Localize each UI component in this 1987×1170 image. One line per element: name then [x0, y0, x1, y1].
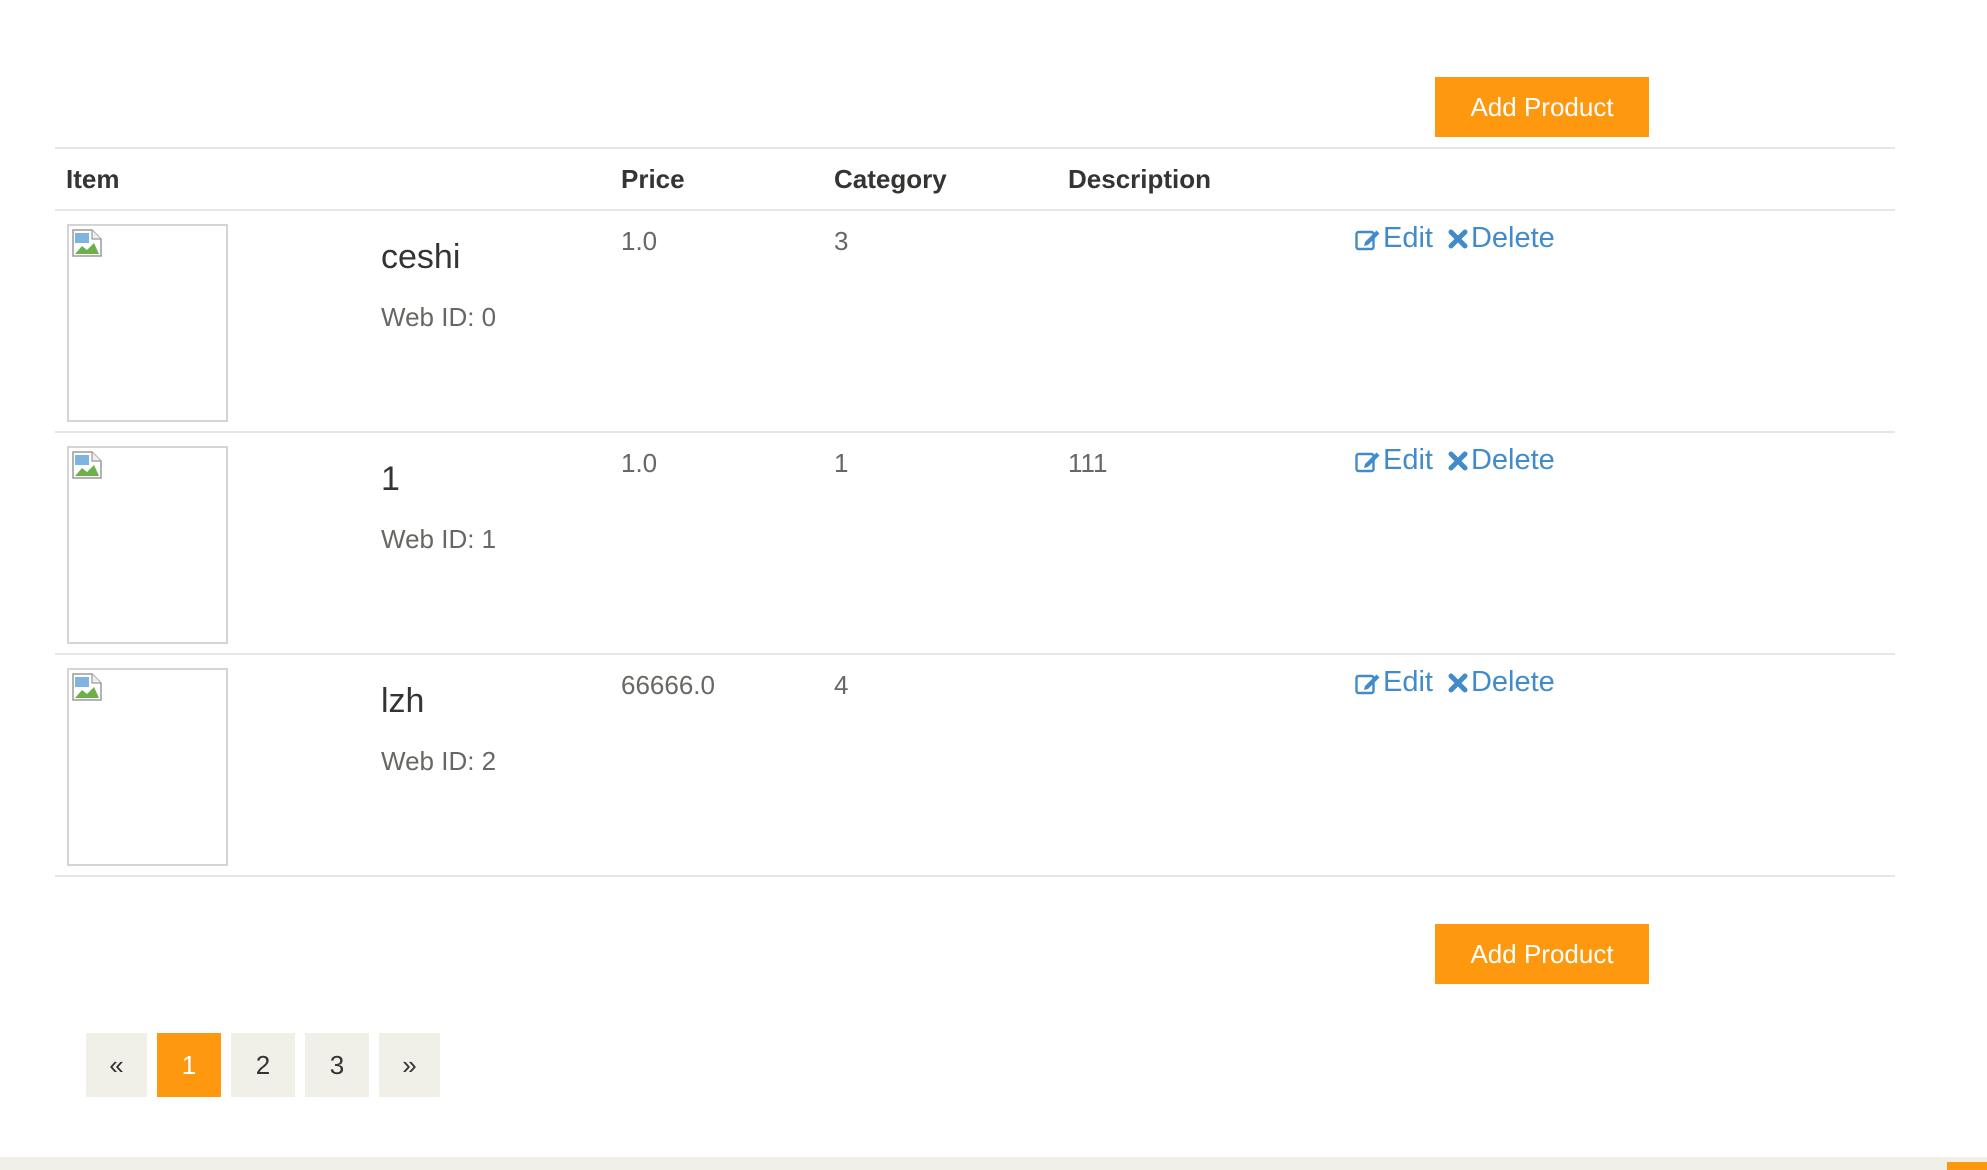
pagination-page-2[interactable]: 2	[231, 1033, 295, 1097]
table-row: 1 Web ID: 1 1.0 1 111 Edit Delete	[0, 432, 1987, 654]
edit-label: Edit	[1383, 666, 1433, 698]
broken-image-icon	[72, 451, 102, 479]
pagination-page-1[interactable]: 1	[157, 1033, 221, 1097]
product-web-id: Web ID: 0	[381, 302, 497, 332]
header-price: Price	[621, 164, 685, 194]
edit-label: Edit	[1383, 222, 1433, 254]
delete-icon	[1448, 229, 1468, 248]
header-description: Description	[1068, 164, 1212, 194]
table-top-border	[55, 147, 1895, 149]
product-name[interactable]: lzh	[381, 682, 424, 721]
product-thumbnail[interactable]	[67, 668, 228, 866]
product-admin-page: Add Product Item Price Category Descript…	[0, 0, 1987, 1170]
add-product-button-bottom[interactable]: Add Product	[1435, 924, 1649, 984]
edit-label: Edit	[1383, 444, 1433, 476]
product-price: 66666.0	[621, 670, 715, 700]
edit-icon	[1355, 230, 1380, 250]
table-row: ceshi Web ID: 0 1.0 3 Edit Delete	[0, 210, 1987, 432]
product-category: 3	[834, 226, 849, 256]
product-thumbnail[interactable]	[67, 224, 228, 422]
broken-image-icon	[72, 229, 102, 257]
delete-link[interactable]: Delete	[1447, 666, 1555, 699]
product-price: 1.0	[621, 448, 658, 478]
table-row: lzh Web ID: 2 66666.0 4 Edit Delete	[0, 654, 1987, 876]
product-name[interactable]: 1	[381, 460, 400, 499]
row-actions: Edit Delete	[1355, 222, 1555, 255]
product-name[interactable]: ceshi	[381, 238, 460, 277]
edit-link[interactable]: Edit	[1355, 222, 1433, 255]
delete-link[interactable]: Delete	[1447, 444, 1555, 477]
product-price: 1.0	[621, 226, 658, 256]
pagination: « 1 2 3 »	[86, 1033, 450, 1097]
footer-strip	[0, 1157, 1987, 1170]
add-product-button-top[interactable]: Add Product	[1435, 77, 1649, 137]
pagination-next[interactable]: »	[379, 1033, 440, 1097]
row-actions: Edit Delete	[1355, 666, 1555, 699]
delete-link[interactable]: Delete	[1447, 222, 1555, 255]
table-bottom-border	[55, 875, 1895, 877]
row-actions: Edit Delete	[1355, 444, 1555, 477]
edit-icon	[1355, 674, 1380, 694]
product-web-id: Web ID: 1	[381, 524, 497, 554]
product-description: 111	[1068, 448, 1108, 478]
header-category: Category	[834, 164, 947, 194]
scroll-up-button[interactable]	[1947, 1162, 1987, 1170]
pagination-page-3[interactable]: 3	[305, 1033, 369, 1097]
product-category: 4	[834, 670, 849, 700]
delete-icon	[1448, 451, 1468, 470]
edit-link[interactable]: Edit	[1355, 444, 1433, 477]
delete-label: Delete	[1470, 666, 1555, 698]
product-web-id: Web ID: 2	[381, 746, 497, 776]
product-category: 1	[834, 448, 849, 478]
pagination-prev[interactable]: «	[86, 1033, 147, 1097]
product-thumbnail[interactable]	[67, 446, 228, 644]
delete-label: Delete	[1470, 444, 1555, 476]
edit-link[interactable]: Edit	[1355, 666, 1433, 699]
edit-icon	[1355, 452, 1380, 472]
broken-image-icon	[72, 673, 102, 701]
header-item: Item	[66, 164, 120, 194]
delete-icon	[1448, 673, 1468, 692]
delete-label: Delete	[1470, 222, 1555, 254]
